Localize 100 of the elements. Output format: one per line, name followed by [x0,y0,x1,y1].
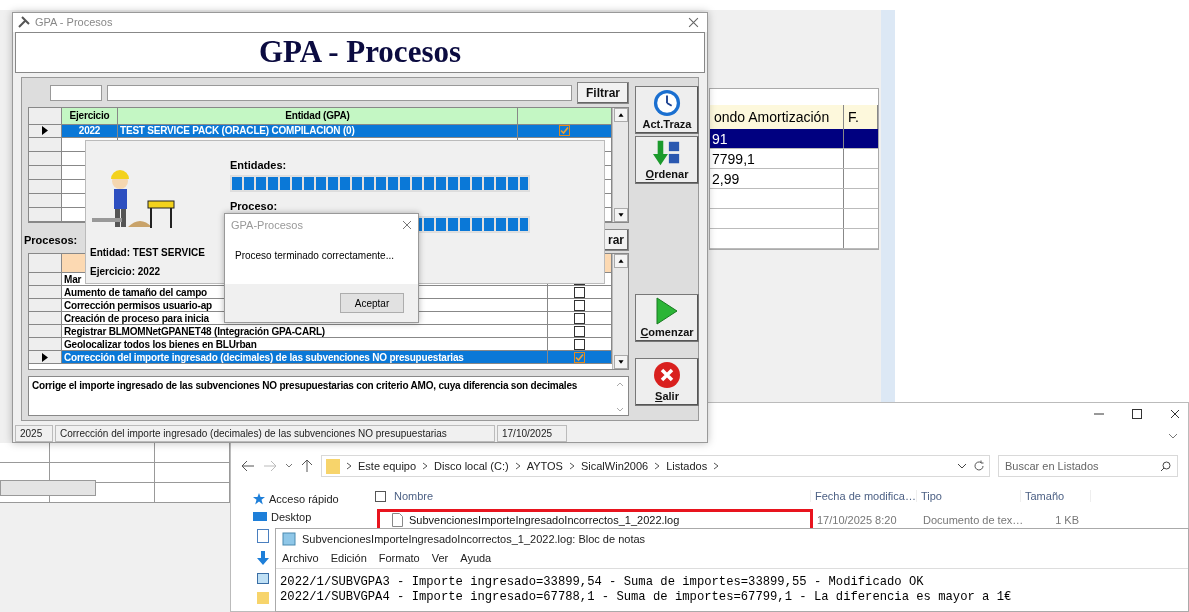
maximize-icon[interactable] [1132,409,1142,419]
back-arrow-icon[interactable] [241,460,255,472]
window-title: SubvencionesImporteIngresadoIncorrectos_1_2022.log: Bloc de notas [302,532,646,545]
close-icon[interactable] [1170,409,1180,419]
row-selector-cell[interactable] [29,351,62,363]
year-text: Ejercicio: 2022 [90,266,162,277]
play-icon [656,297,678,325]
chevron-down-icon[interactable] [285,463,293,469]
row-selector-cell[interactable] [29,108,62,124]
download-arrow-icon[interactable] [257,551,269,565]
menu-item[interactable]: Ayuda [460,552,492,564]
column-header[interactable]: Fecha de modifica… [811,490,917,502]
row-selector-cell[interactable] [29,338,62,350]
dialog-title: GPA-Procesos [231,219,304,231]
chevron-right-icon [568,462,575,470]
toolbar-button[interactable]: Act.Traza [635,86,699,134]
column-header[interactable]: Tipo [917,490,1021,502]
menu-item[interactable]: Edición [330,552,367,564]
checkbox[interactable] [574,286,585,298]
table-cell: 91 [710,129,844,148]
folder-icon [326,458,340,474]
breadcrumb[interactable]: Disco local (C:) [434,460,509,472]
table-cell: Geolocalizar todos los bienes en BLUrban [62,338,548,350]
file-size: 1 KB [1054,514,1080,526]
status-field: Corrección del importe ingresado (decimales) de las subvenciones NO presupuestarias [55,425,495,442]
toolbar-button[interactable]: Salir [635,358,699,406]
text-area[interactable]: 2022/1/SUBVGPA3 - Importe ingresado=33899,54 - Suma de importes=33899,55 - Modificado OK 2022/1/SUBVGPA4 - Importe ingresado=67788,1 - Suma de importes=67799,1 - La diferencia es mayor a 1€ [276,569,1188,611]
row-selector-cell[interactable] [29,286,62,298]
breadcrumb[interactable]: Listados [666,460,708,472]
file-date: 17/10/2025 8:20 [816,514,898,526]
nav-item[interactable]: Desktop [253,511,371,523]
menu-item[interactable]: Formato [378,552,420,564]
toolbar-button[interactable]: Ordenar [635,136,699,184]
scroll-down-icon[interactable] [613,208,628,222]
table-cell: Registrar BLMOMNetGPANET48 (Integración GPA-CARL) [62,325,548,337]
accept-button[interactable]: Aceptar [340,293,404,313]
checkbox[interactable] [559,125,570,137]
clock-icon [652,89,682,117]
breadcrumb[interactable]: SicalWin2006 [580,460,649,472]
input-field[interactable] [50,85,102,101]
checkbox[interactable] [574,338,585,350]
row-selector-cell[interactable] [29,254,62,272]
column-header: F. [844,105,878,129]
status-field: 17/10/2025 [497,425,567,442]
progress-label: Entidades: [230,159,288,171]
column-header: ondo Amortización [710,105,844,129]
table-row[interactable]: 91 [710,129,878,149]
row-selector-cell[interactable] [29,273,62,285]
description-box[interactable]: Corrige el importe ingresado de las subvenciones NO presupuestarias con criterio AMO, cuya diferencia son decimales [28,376,629,416]
chevron-right-icon [713,462,720,470]
document-icon[interactable] [257,529,269,543]
scrollbar[interactable] [0,480,96,496]
column-header[interactable]: Tamaño [1021,490,1091,502]
scroll-down-icon[interactable] [613,355,628,369]
input-field[interactable] [107,85,572,101]
header-title: GPA - Procesos [259,34,461,71]
table-cell: Entidad (GPA) [118,108,518,124]
star-icon [253,493,265,505]
checkbox[interactable] [574,299,585,311]
status-field: 2025 [15,425,53,442]
picture-icon[interactable] [257,573,269,584]
nav-item[interactable]: Acceso rápido [253,493,371,505]
row-selector-cell[interactable] [29,299,62,311]
search-icon [1160,460,1171,472]
menu-item[interactable]: Archivo [282,552,319,564]
toolbar-button[interactable]: Comenzar [635,294,699,342]
row-pointer-icon [42,126,48,136]
checkbox[interactable] [574,351,585,363]
scroll-up-icon[interactable] [613,108,628,122]
row-selector-cell[interactable] [29,312,62,324]
checkbox[interactable] [375,490,386,502]
checkbox[interactable] [574,312,585,324]
row-selector-cell[interactable] [29,325,62,337]
notepad-icon [282,531,296,546]
breadcrumb[interactable]: AYTOS [526,460,563,472]
chevron-down-icon[interactable] [957,463,967,469]
progress-label: Proceso: [230,200,279,212]
table-row[interactable]: 7799,1 [710,149,878,169]
checkbox[interactable] [574,325,585,337]
address-bar[interactable]: Este equipo Disco local (C:) AYTOS SicalWin2006 Listados [321,455,990,477]
refresh-icon[interactable] [973,460,985,472]
scroll-arrows-icon[interactable] [615,380,625,414]
entity-text: Entidad: TEST SERVICE [90,247,206,258]
table-row[interactable]: 2,99 [710,169,878,189]
scroll-up-icon[interactable] [613,254,628,268]
monitor-icon [253,511,267,523]
breadcrumb[interactable]: Este equipo [358,460,417,472]
chevron-right-icon [422,462,429,470]
tools-icon [18,16,30,29]
table-cell: Corrección del importe ingresado (decimales) de las subvenciones NO presupuestarias [62,351,548,363]
search-field[interactable]: Buscar en Listados [998,455,1178,477]
filter-button[interactable]: Filtrar [577,82,629,104]
table-cell: Ejercicio [62,108,118,124]
text-line: 2022/1/SUBVGPA3 - Importe ingresado=33899,54 - Suma de importes=33899,55 - Modificado OK [280,575,925,590]
up-arrow-icon[interactable] [301,459,313,473]
chevron-down-icon[interactable] [1168,433,1178,439]
filter-button[interactable]: rar [603,229,629,251]
column-header[interactable]: Nombre [371,490,811,502]
text-line: 2022/1/SUBVGPA4 - Importe ingresado=67788,1 - Suma de importes=67799,1 - La diferencia es mayor a 1€ [280,590,1013,605]
menu-item[interactable]: Ver [431,552,449,564]
